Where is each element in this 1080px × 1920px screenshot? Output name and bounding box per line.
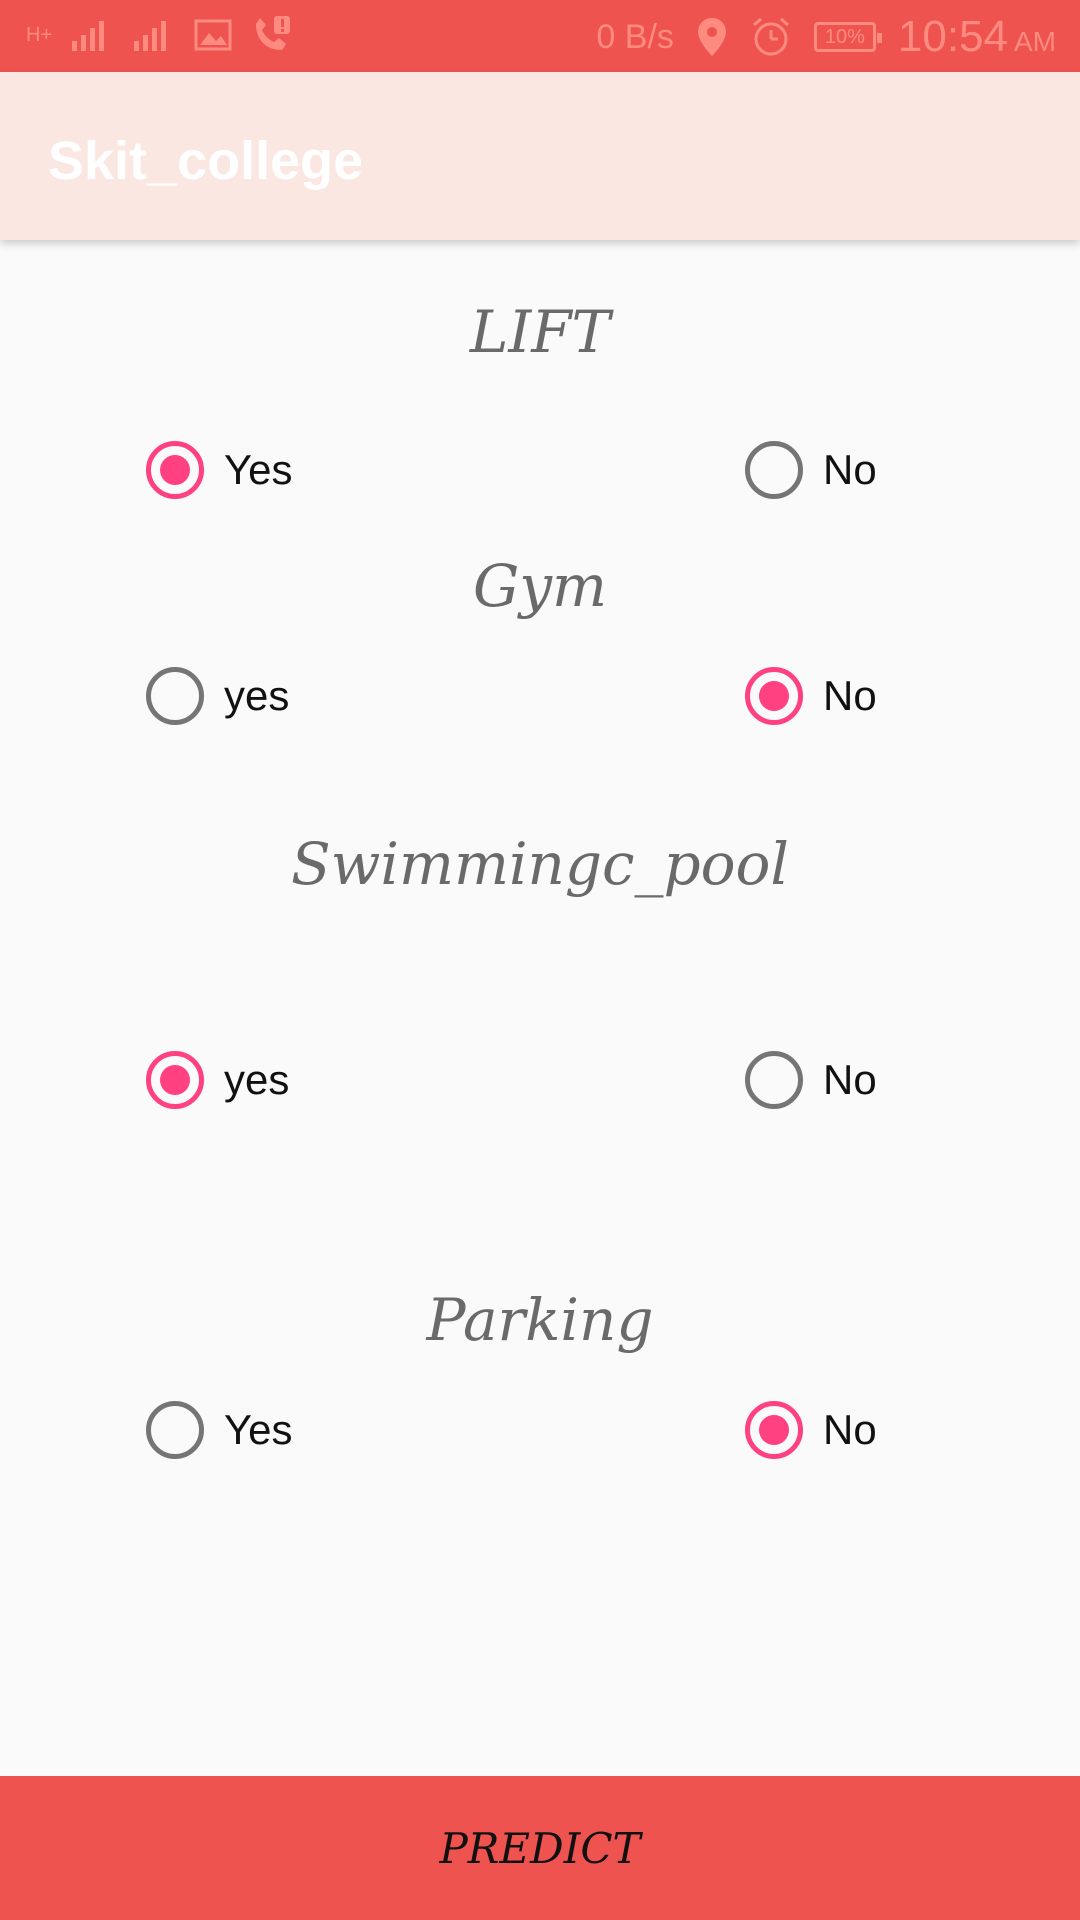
radio-swimming-pool-no[interactable]: No [745,1051,877,1109]
radio-circle [745,667,803,725]
radio-label: yes [224,672,290,719]
call-alert-icon [256,16,291,50]
radio-dot [160,1065,190,1095]
section-title-swimming-pool: Swimmingc_pool [291,830,789,898]
radio-circle [745,441,803,499]
radio-circle [745,1401,803,1459]
radio-parking-no[interactable]: No [745,1401,877,1459]
battery-icon: 10% [813,22,882,52]
signal-icon-sim2 [134,21,167,51]
status-bar-left: H+ [26,14,292,56]
radio-parking-yes[interactable]: Yes [146,1401,293,1459]
radio-label: yes [224,1056,290,1103]
radio-dot [759,1415,789,1445]
clock: 10:54 AM [898,12,1056,62]
predict-button-label: PREDICT [439,1823,641,1873]
image-icon [194,19,232,51]
app-bar: Skit_college [0,72,1080,240]
section-title-parking: Parking [426,1286,654,1354]
radio-label: No [823,672,877,719]
radio-lift-yes[interactable]: Yes [146,441,293,499]
data-speed-label: 0 B/s [596,17,674,56]
clock-ampm: AM [1014,26,1056,57]
radio-swimming-pool-yes[interactable]: yes [146,1051,289,1109]
clock-time: 10:54 [897,12,1008,61]
signal-icon [72,21,105,51]
network-type-label: H+ [26,23,53,46]
radio-circle [745,1051,803,1109]
radio-lift-no[interactable]: No [745,441,877,499]
radio-dot [759,681,789,711]
alarm-icon [752,17,789,56]
radio-circle [146,441,204,499]
location-icon [697,18,726,56]
predict-button[interactable]: PREDICT [0,1776,1080,1920]
radio-dot [160,455,190,485]
radio-gym-no[interactable]: No [745,667,877,725]
radio-gym-yes[interactable]: yes [146,667,289,725]
section-title-lift: LIFT [469,298,611,366]
status-bar: H+ 0 B/s 10% 10:54 AM [0,0,1080,72]
battery-level-label: 10% [824,25,865,48]
radio-circle [146,1401,204,1459]
status-bar-right: 0 B/s 10% 10:54 AM [596,12,1056,62]
radio-label: No [823,1056,877,1103]
radio-label: No [823,446,877,493]
radio-circle [146,667,204,725]
radio-label: No [823,1406,877,1453]
radio-label: Yes [224,1406,293,1453]
radio-label: Yes [224,446,293,493]
section-title-gym: Gym [472,552,608,620]
radio-circle [146,1051,204,1109]
app-title: Skit_college [48,131,364,191]
